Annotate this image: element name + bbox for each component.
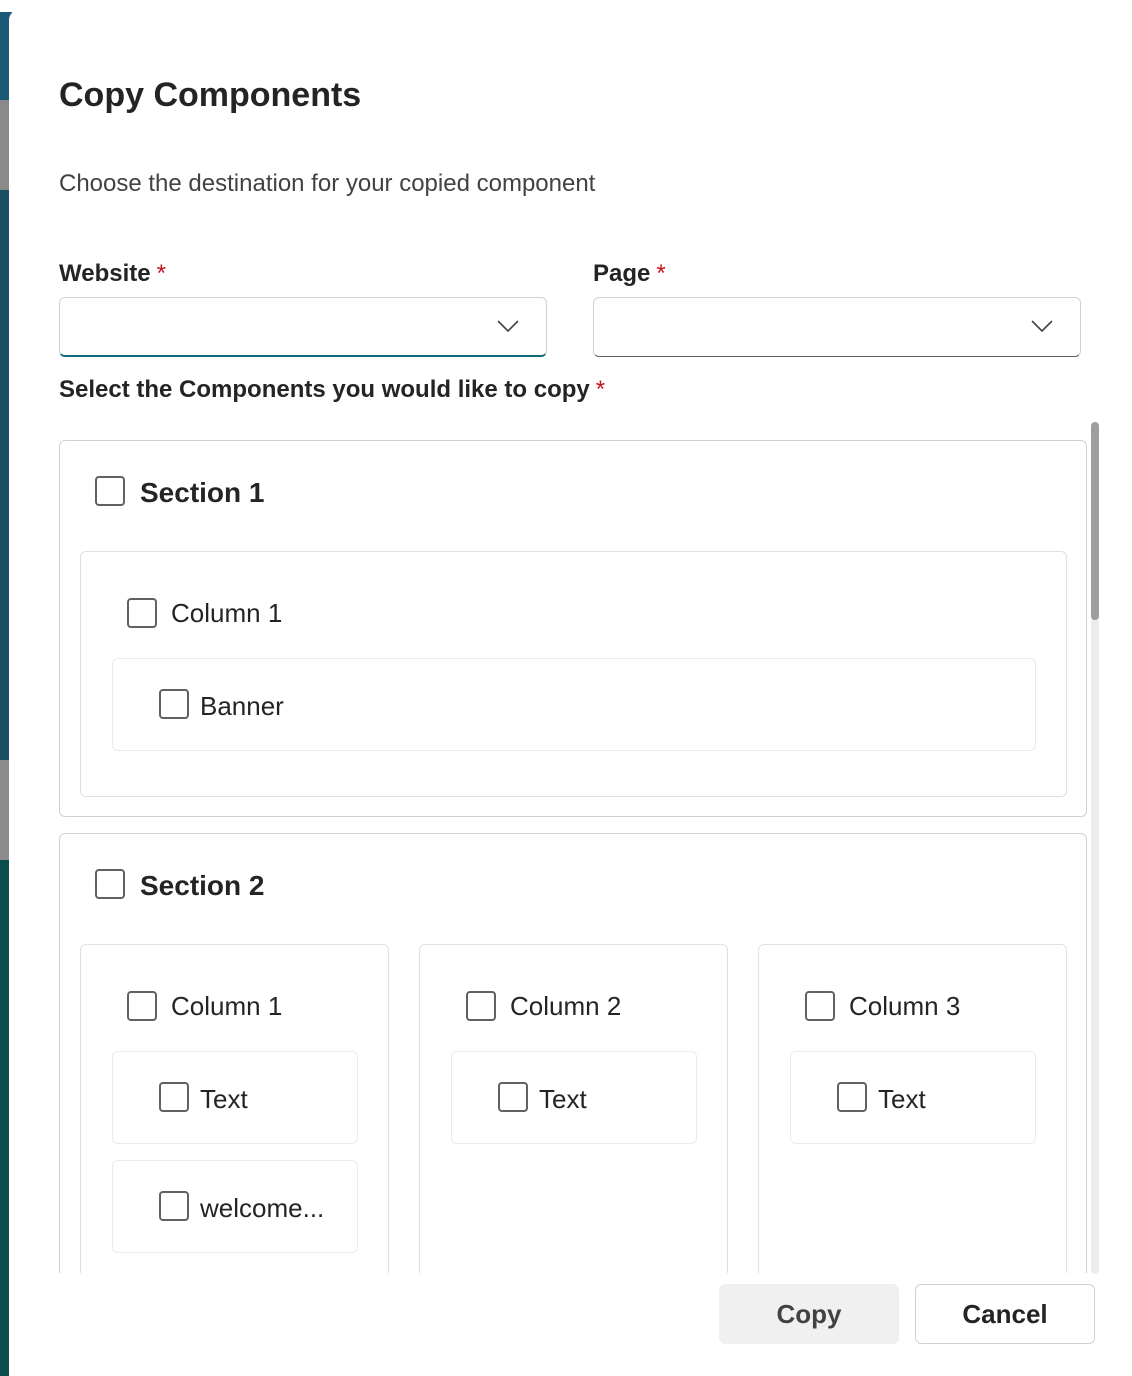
dialog-subtitle: Choose the destination for your copied c… [59,170,596,197]
section-2-checkbox[interactable] [95,869,125,899]
dialog-title: Copy Components [59,76,362,114]
column-checkbox[interactable] [805,991,835,1021]
component-label: welcome... [200,1193,325,1223]
website-label: Website * [59,260,166,288]
component-checkbox[interactable] [498,1082,528,1112]
required-asterisk: * [156,260,166,287]
section-2-title: Section 2 [140,870,265,901]
column-checkbox[interactable] [127,598,157,628]
component-label: Banner [200,691,284,721]
section-1-title: Section 1 [140,477,265,508]
copy-components-dialog: Copy Components Choose the destination f… [9,10,1132,1376]
component-item: Text [790,1051,1036,1144]
component-label: Text [539,1084,587,1114]
page-label: Page * [593,260,666,288]
copy-button[interactable]: Copy [719,1284,899,1344]
column-title: Column 2 [510,991,622,1021]
chevron-down-icon [1031,320,1053,333]
component-checkbox[interactable] [159,689,189,719]
column-title: Column 1 [171,598,283,628]
section-1-checkbox[interactable] [95,476,125,506]
component-label: Text [878,1084,926,1114]
required-asterisk: * [595,376,606,403]
section-2: Section 2 Column 1 Text welcome... Colum… [59,833,1087,1273]
component-item: Banner [112,658,1036,751]
section-1: Section 1 Column 1 Banner [59,440,1087,817]
component-checkbox[interactable] [159,1191,189,1221]
column-title: Column 3 [849,991,961,1021]
component-checkbox[interactable] [159,1082,189,1112]
chevron-down-icon [497,320,519,333]
components-tree: Section 1 Column 1 Banner Section 2 Colu… [59,440,1107,1273]
website-label-text: Website [59,260,151,287]
section-2-column-3: Column 3 Text [758,944,1067,1273]
component-item: Text [451,1051,697,1144]
section-2-column-2: Column 2 Text [419,944,728,1273]
required-asterisk: * [656,260,666,287]
website-dropdown[interactable] [59,297,547,357]
components-label-text: Select the Components you would like to … [59,376,590,403]
components-label: Select the Components you would like to … [59,376,605,404]
component-label: Text [200,1084,248,1114]
component-checkbox[interactable] [837,1082,867,1112]
page-label-text: Page [593,260,651,287]
cancel-button[interactable]: Cancel [915,1284,1095,1344]
page-dropdown[interactable] [593,297,1081,357]
section-2-column-1: Column 1 Text welcome... [80,944,389,1273]
section-1-column-1: Column 1 Banner [80,551,1067,797]
column-checkbox[interactable] [127,991,157,1021]
column-checkbox[interactable] [466,991,496,1021]
component-item: welcome... [112,1160,358,1253]
column-title: Column 1 [171,991,283,1021]
component-item: Text [112,1051,358,1144]
